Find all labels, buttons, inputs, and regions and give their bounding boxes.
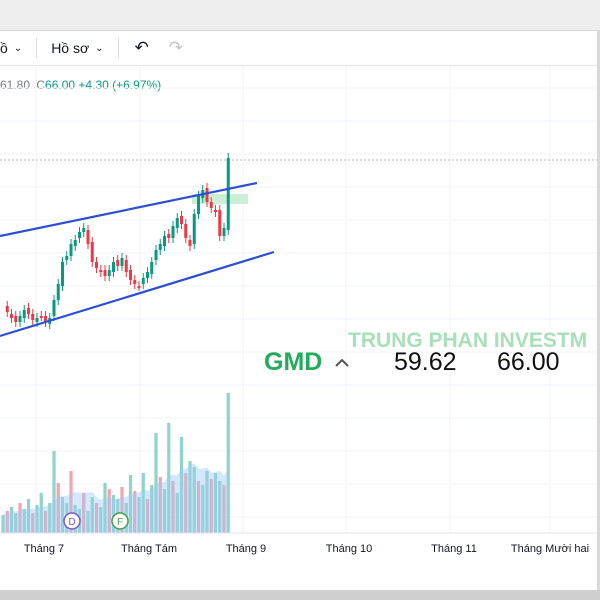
- candle-body: [175, 218, 179, 228]
- candle-body: [146, 272, 149, 278]
- dividend-marker[interactable]: D: [63, 512, 81, 530]
- candle-body: [154, 250, 158, 260]
- candle-body: [158, 244, 162, 250]
- candle-body: [218, 210, 222, 236]
- candle-body: [107, 270, 111, 276]
- candle-body: [95, 262, 98, 268]
- channel-lower-line: [0, 250, 275, 338]
- candle-body: [141, 278, 145, 284]
- candle-body: [22, 310, 26, 318]
- candle-body: [197, 196, 200, 214]
- time-axis-label: Tháng 7: [24, 543, 64, 555]
- candle-body: [86, 230, 90, 244]
- ticker-symbol: GMD: [264, 348, 322, 376]
- price-chart[interactable]: TRUNG PHAN INVESTM GMD 59.62 66.00 D F T…: [0, 0, 600, 600]
- candle-body: [192, 214, 196, 244]
- candle-body: [18, 316, 22, 322]
- candle-body: [124, 260, 128, 272]
- previous-price: 59.62: [394, 348, 457, 376]
- candle-body: [69, 244, 73, 256]
- candle-body: [163, 236, 166, 246]
- candle-body: [73, 240, 77, 246]
- candle-body: [61, 262, 64, 286]
- candle-body: [184, 224, 188, 238]
- time-axis-label: Tháng Mười hai: [511, 543, 589, 555]
- candle-body: [137, 286, 141, 288]
- candle-body: [90, 242, 94, 262]
- candle-body: [78, 232, 81, 238]
- candle-body: [167, 234, 171, 238]
- candle-body: [150, 262, 154, 274]
- time-axis-label: Tháng Tám: [121, 543, 177, 555]
- candle-body: [10, 314, 13, 318]
- candle-body: [209, 202, 213, 208]
- candle-body: [31, 314, 35, 320]
- candle-body: [133, 280, 137, 284]
- candle-body: [39, 316, 43, 318]
- time-axis-label: Tháng 9: [226, 543, 266, 555]
- candle-body: [226, 158, 230, 230]
- candle-body: [129, 270, 132, 280]
- candle-body: [52, 300, 56, 316]
- window-bottom-strip: [0, 590, 600, 600]
- candle-body: [99, 270, 103, 272]
- candle-body: [14, 316, 18, 322]
- candle-body: [214, 210, 217, 212]
- candle-body: [65, 256, 69, 260]
- time-axis: Tháng 7 Tháng Tám Tháng 9 Tháng 10 Tháng…: [24, 543, 589, 555]
- candle-body: [180, 216, 183, 224]
- candle-body: [82, 228, 86, 232]
- chart-grid: [0, 66, 600, 533]
- time-axis-label: Tháng 10: [326, 543, 372, 555]
- candlesticks: [5, 153, 230, 329]
- candle-body: [222, 228, 226, 236]
- candle-body: [103, 270, 107, 276]
- financials-marker[interactable]: F: [111, 512, 129, 530]
- candle-body: [116, 260, 120, 266]
- current-price: 66.00: [497, 348, 560, 376]
- candle-body: [56, 284, 60, 300]
- candle-body: [205, 188, 209, 202]
- dividend-marker-label: D: [68, 517, 75, 528]
- candle-body: [120, 258, 124, 266]
- candle-body: [5, 306, 9, 312]
- time-axis-label: Tháng 11: [431, 543, 477, 555]
- candle-body: [188, 240, 192, 246]
- candle-body: [35, 318, 39, 322]
- candle-body: [27, 308, 30, 314]
- candle-body: [112, 262, 115, 272]
- financials-marker-label: F: [117, 517, 123, 528]
- candle-body: [171, 226, 175, 238]
